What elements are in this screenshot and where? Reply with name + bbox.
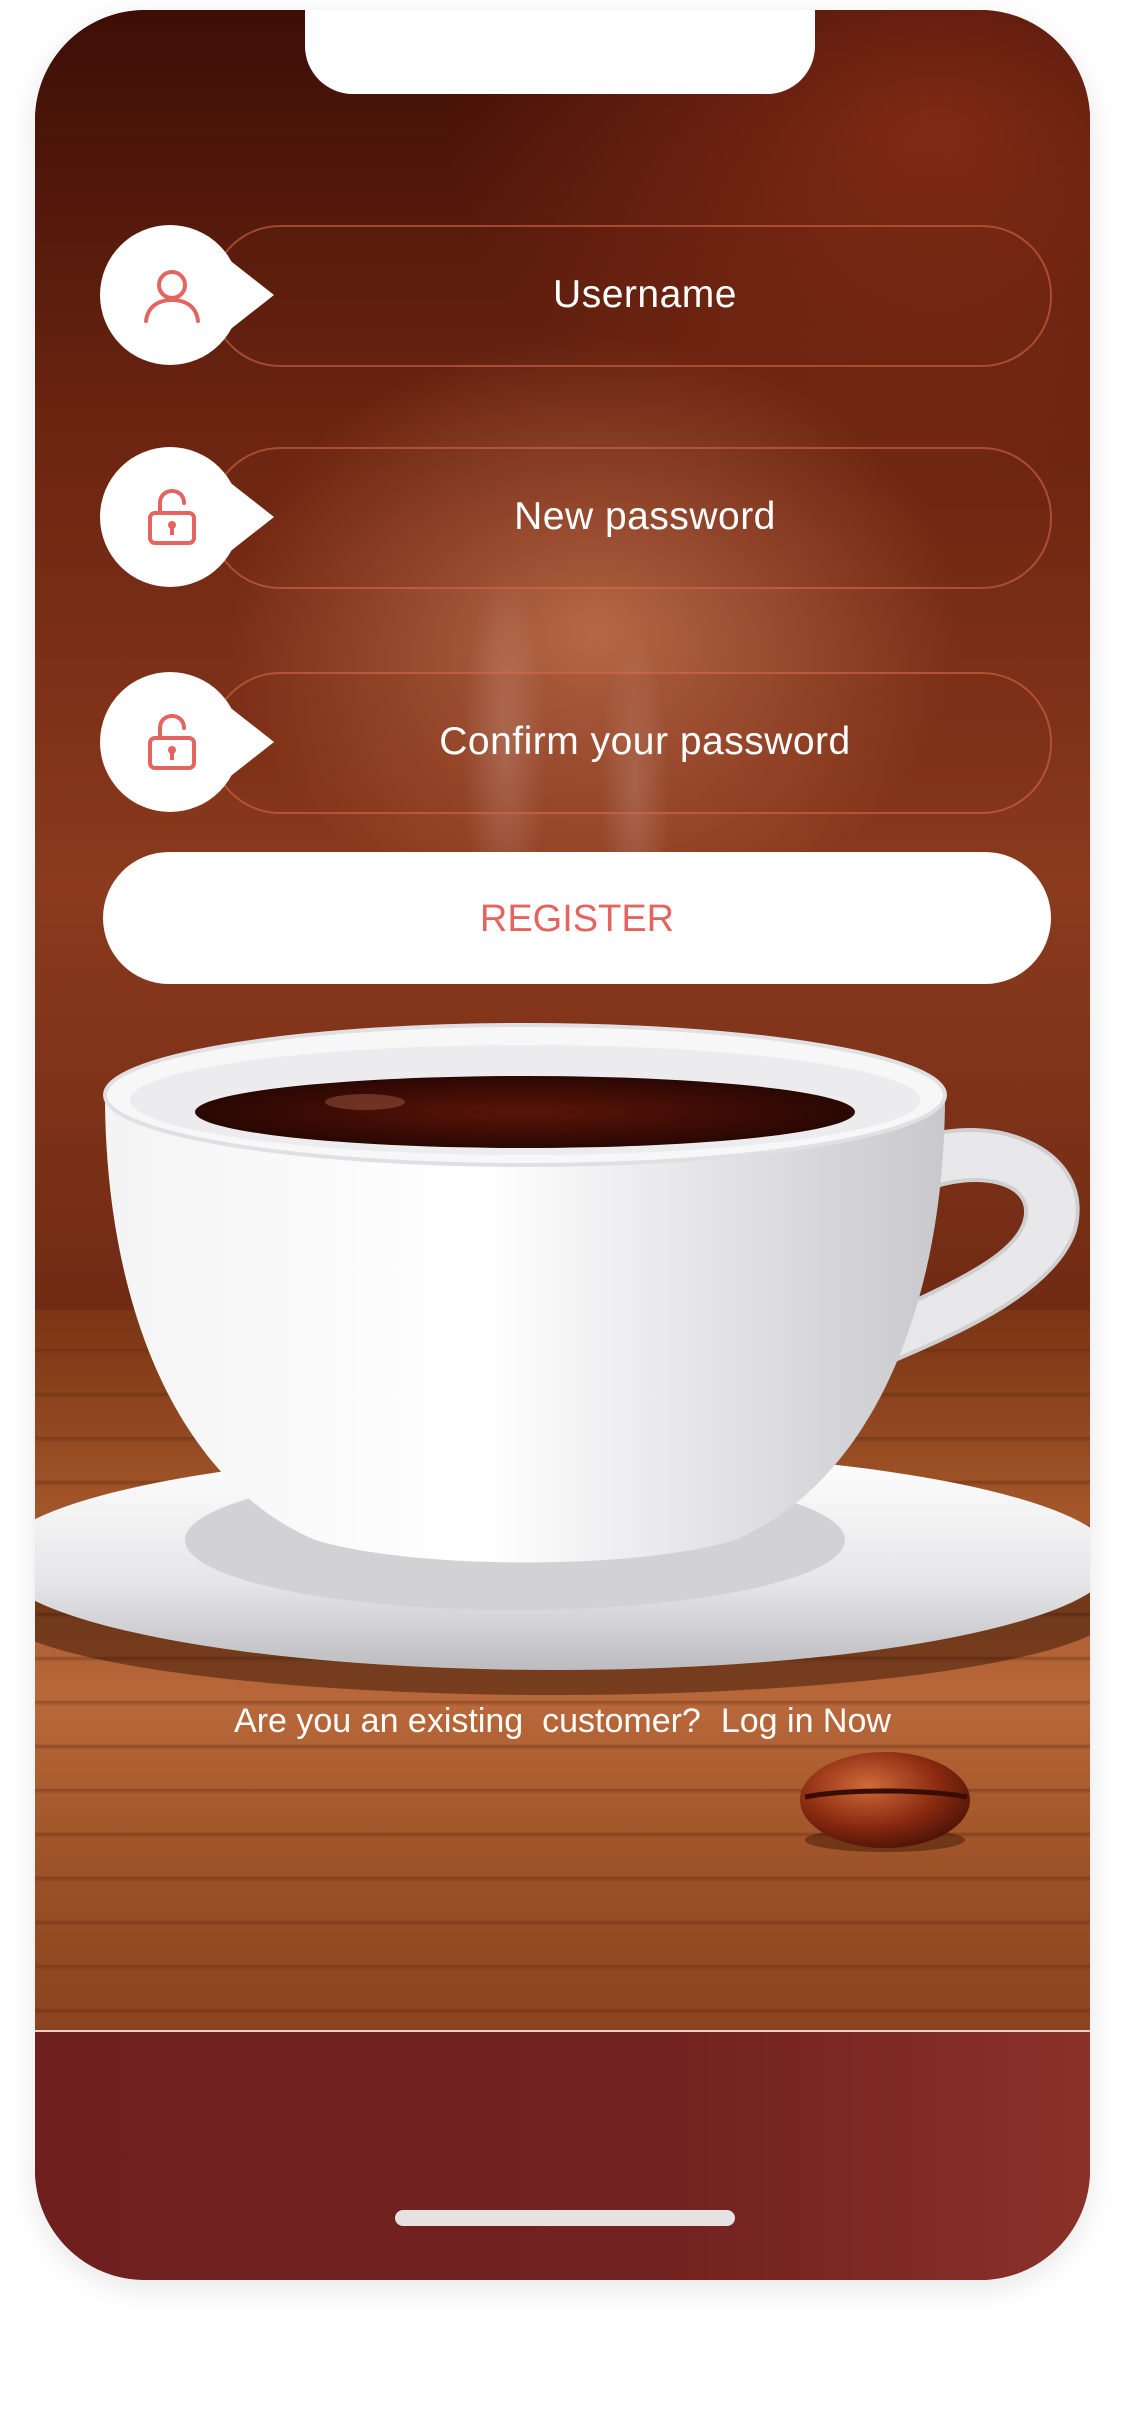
username-placeholder: Username [553,273,737,316]
user-icon [144,270,200,323]
device-notch [305,10,815,94]
login-now-link[interactable]: Log in Now [721,1702,891,1740]
existing-customer-text: Are you an existing customer? [234,1702,701,1740]
confirm-password-icon-badge [100,672,274,812]
unlock-icon [148,488,196,545]
confirm-password-field[interactable]: Confirm your password [100,672,1052,814]
coffee-bean-image [800,1752,970,1852]
username-icon-badge [100,225,274,365]
home-indicator[interactable] [395,2210,735,2226]
phone-frame: Username New password Confirm your passw… [35,10,1090,2280]
new-password-placeholder: New password [514,495,776,538]
confirm-password-placeholder: Confirm your password [439,720,851,763]
username-field[interactable]: Username [100,225,1052,367]
unlock-icon [148,713,196,770]
bottom-bar [35,2030,1090,2280]
new-password-icon-badge [100,447,274,587]
coffee-cup-image [35,1023,1090,1695]
login-prompt: Are you an existing customer? Log in Now [35,1702,1090,1741]
register-button[interactable]: REGISTER [103,852,1051,984]
coffee-cup-illustration [35,1000,1090,1720]
new-password-field[interactable]: New password [100,447,1052,589]
